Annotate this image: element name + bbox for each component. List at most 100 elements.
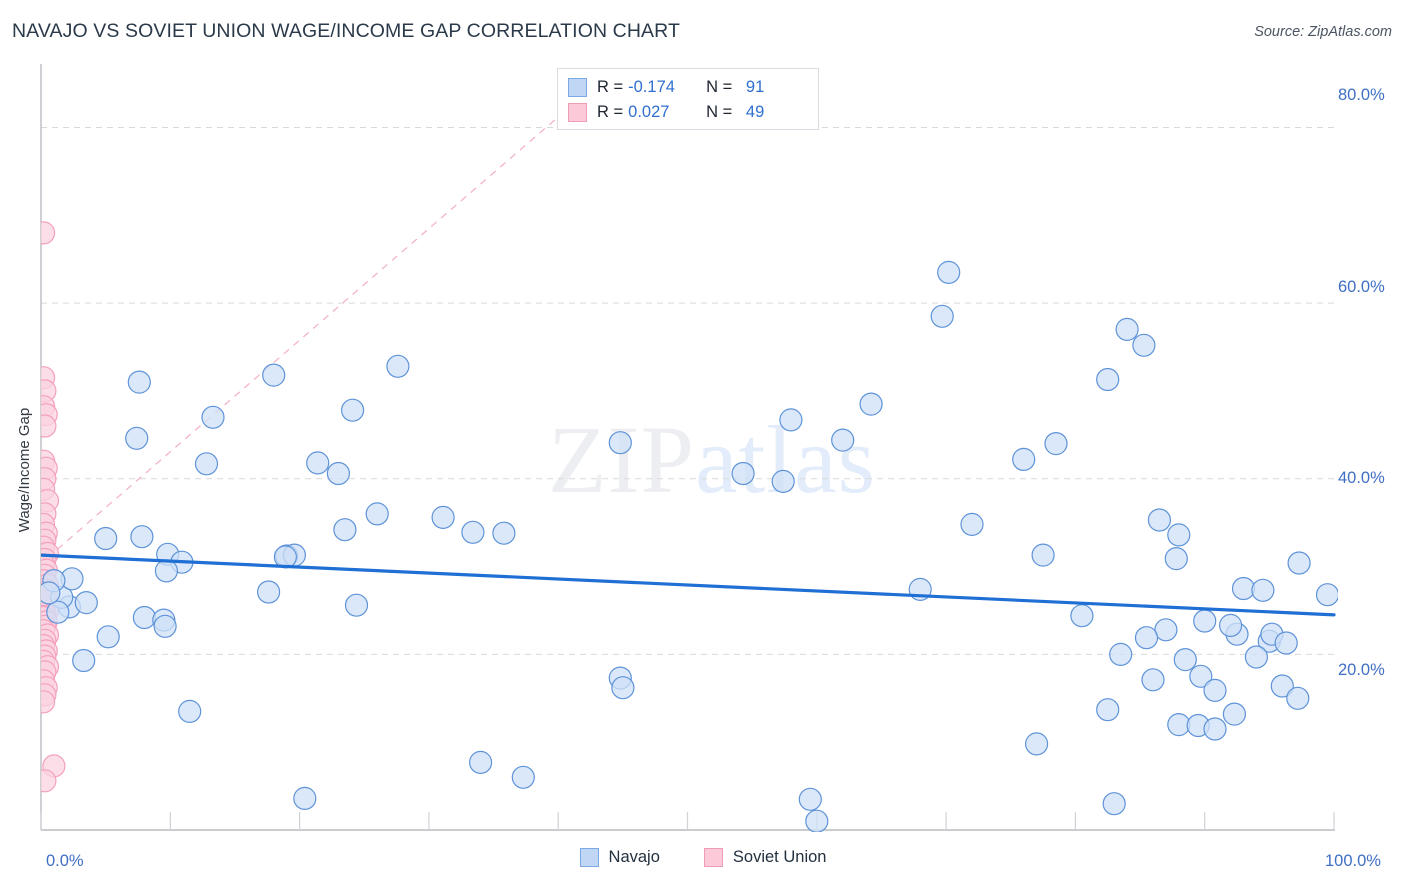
data-point bbox=[1096, 367, 1120, 392]
data-point bbox=[937, 260, 961, 284]
data-point bbox=[1287, 551, 1311, 575]
x-tick-marks bbox=[40, 812, 1335, 830]
data-point bbox=[132, 605, 156, 630]
data-point bbox=[1167, 712, 1191, 737]
y-tick-label-60: 60.0% bbox=[1338, 278, 1385, 296]
data-point bbox=[74, 590, 98, 615]
data-point bbox=[771, 469, 795, 493]
navajo-r-label: R = bbox=[597, 78, 624, 96]
data-point bbox=[194, 452, 219, 476]
soviet-n-value: 49 bbox=[745, 103, 765, 121]
points-navajo bbox=[41, 260, 1338, 832]
data-point bbox=[608, 431, 632, 455]
data-point bbox=[153, 614, 177, 638]
data-point bbox=[859, 392, 883, 416]
data-point bbox=[1222, 702, 1247, 726]
gridlines bbox=[41, 126, 1335, 655]
navajo-n-label: N = bbox=[706, 78, 733, 96]
data-point bbox=[130, 525, 154, 549]
data-point bbox=[1203, 717, 1227, 741]
data-point bbox=[41, 581, 61, 605]
data-point bbox=[1012, 447, 1036, 471]
data-point bbox=[492, 521, 516, 545]
trendline-navajo bbox=[41, 553, 1336, 617]
navajo-n-value: 91 bbox=[745, 78, 765, 96]
data-point bbox=[1024, 732, 1049, 756]
legend-label-navajo: Navajo bbox=[608, 848, 660, 866]
data-point bbox=[1141, 668, 1165, 692]
data-point bbox=[306, 451, 330, 475]
data-point bbox=[469, 750, 493, 775]
data-point bbox=[1167, 523, 1191, 547]
data-point bbox=[1132, 333, 1156, 357]
data-point bbox=[1231, 576, 1256, 601]
correlation-stats-box: R = -0.174 N = 91 R = 0.027 N = 49 bbox=[557, 68, 819, 130]
soviet-r-value: 0.027 bbox=[628, 103, 670, 121]
axis-lines bbox=[40, 64, 1335, 831]
data-point bbox=[201, 405, 225, 429]
data-point bbox=[333, 518, 357, 542]
data-point bbox=[94, 526, 118, 551]
y-tick-label-20: 20.0% bbox=[1338, 661, 1385, 679]
data-point bbox=[41, 690, 56, 714]
data-point bbox=[1315, 583, 1338, 607]
data-point bbox=[127, 370, 151, 394]
data-point bbox=[1096, 698, 1120, 722]
data-point bbox=[930, 304, 954, 328]
y-tick-label-80: 80.0% bbox=[1338, 86, 1385, 104]
data-point bbox=[41, 414, 57, 438]
data-point bbox=[1115, 317, 1139, 341]
legend-label-soviet-union: Soviet Union bbox=[732, 848, 827, 866]
correlation-chart: NAVAJO VS SOVIET UNION WAGE/INCOME GAP C… bbox=[0, 0, 1406, 892]
legend-entry-navajo[interactable]: Navajo bbox=[579, 848, 660, 867]
data-point bbox=[178, 699, 202, 724]
data-point bbox=[1218, 613, 1243, 638]
y-tick-label-40: 40.0% bbox=[1338, 469, 1385, 487]
trendline-soviet-union bbox=[47, 83, 598, 559]
data-point bbox=[611, 676, 635, 700]
data-point bbox=[365, 502, 389, 526]
data-point bbox=[1070, 604, 1094, 628]
stats-row-navajo: R = -0.174 N = 91 bbox=[568, 75, 808, 100]
data-point bbox=[1244, 645, 1269, 669]
data-point bbox=[344, 593, 369, 617]
data-point bbox=[1203, 678, 1227, 703]
data-point bbox=[1031, 543, 1055, 567]
data-point bbox=[431, 505, 455, 530]
soviet-legend-swatch-icon bbox=[703, 848, 723, 867]
data-point bbox=[1044, 432, 1068, 456]
data-point bbox=[41, 769, 57, 793]
series-legend: Navajo Soviet Union bbox=[0, 848, 1406, 867]
data-point bbox=[96, 625, 120, 649]
data-point bbox=[1251, 578, 1275, 602]
data-point bbox=[1102, 792, 1126, 816]
data-point bbox=[41, 221, 56, 245]
data-point bbox=[731, 461, 755, 486]
data-point bbox=[293, 786, 317, 811]
data-point bbox=[125, 426, 149, 450]
legend-entry-soviet-union[interactable]: Soviet Union bbox=[703, 848, 827, 867]
scatter-plot-area bbox=[40, 64, 1338, 832]
data-point bbox=[798, 787, 822, 811]
data-point bbox=[262, 363, 286, 387]
data-point bbox=[960, 512, 984, 537]
data-point bbox=[511, 765, 535, 789]
data-point bbox=[1164, 546, 1188, 571]
data-point bbox=[326, 461, 350, 486]
data-point bbox=[386, 354, 410, 378]
navajo-swatch-icon bbox=[568, 78, 587, 97]
data-point bbox=[154, 559, 178, 583]
data-point bbox=[1286, 686, 1310, 710]
data-point bbox=[1154, 618, 1178, 642]
data-point bbox=[1173, 647, 1197, 672]
data-point bbox=[831, 428, 855, 452]
data-point bbox=[779, 408, 803, 432]
soviet-r-label: R = bbox=[597, 103, 624, 121]
data-point bbox=[341, 398, 365, 422]
data-point bbox=[1147, 508, 1172, 532]
data-point bbox=[1134, 626, 1159, 650]
plot-content bbox=[41, 83, 1338, 832]
data-point bbox=[257, 580, 281, 604]
navajo-legend-swatch-icon bbox=[579, 848, 599, 867]
data-point bbox=[1274, 631, 1298, 655]
